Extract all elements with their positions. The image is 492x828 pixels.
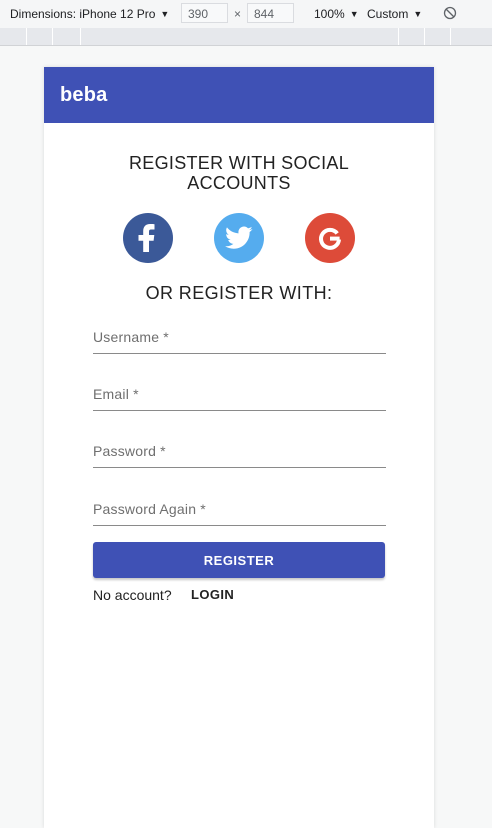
- social-title: REGISTER WITH SOCIAL ACCOUNTS: [128, 153, 350, 193]
- ruler-tick: [52, 28, 53, 45]
- chevron-down-icon: ▼: [349, 9, 359, 19]
- no-account-text: No account?: [93, 587, 172, 603]
- rotate-icon[interactable]: [443, 6, 457, 20]
- device-viewport: beba REGISTER WITH SOCIAL ACCOUNTS OR RE…: [44, 67, 434, 828]
- password-input[interactable]: [93, 437, 386, 465]
- facebook-button[interactable]: [123, 213, 173, 263]
- ruler-tick: [450, 28, 451, 45]
- chevron-down-icon: ▼: [160, 9, 170, 19]
- brand-title[interactable]: beba: [60, 84, 107, 107]
- password-again-field[interactable]: [93, 495, 386, 526]
- twitter-button[interactable]: [214, 213, 264, 263]
- or-register-title: OR REGISTER WITH:: [145, 283, 333, 303]
- media-query-ruler[interactable]: [0, 28, 492, 46]
- ruler-tick: [80, 28, 81, 45]
- google-button[interactable]: [305, 213, 355, 263]
- app-bar: beba: [44, 67, 434, 123]
- width-input[interactable]: 390: [181, 3, 228, 23]
- password-again-input[interactable]: [93, 495, 386, 523]
- times-symbol: ×: [234, 7, 242, 21]
- throttle-label: Custom: [367, 7, 409, 21]
- height-input[interactable]: 844: [247, 3, 294, 23]
- email-input[interactable]: [93, 380, 386, 408]
- login-link[interactable]: LOGIN: [191, 587, 234, 602]
- register-button[interactable]: REGISTER: [93, 542, 385, 578]
- password-field[interactable]: [93, 437, 386, 468]
- device-toolbar: Dimensions: iPhone 12 Pro ▼ 390 × 844 10…: [0, 0, 492, 28]
- zoom-label: 100%: [314, 7, 345, 21]
- email-field[interactable]: [93, 380, 386, 411]
- google-icon: [319, 227, 341, 250]
- ruler-tick: [398, 28, 399, 45]
- username-field[interactable]: [93, 323, 386, 354]
- twitter-icon: [225, 226, 253, 249]
- throttle-dropdown[interactable]: Custom ▼: [367, 7, 422, 21]
- facebook-icon: [138, 224, 155, 252]
- dimensions-dropdown[interactable]: Dimensions: iPhone 12 Pro ▼: [10, 7, 169, 21]
- username-input[interactable]: [93, 323, 386, 351]
- ruler-tick: [26, 28, 27, 45]
- dimensions-label: Dimensions: iPhone 12 Pro: [10, 7, 156, 21]
- chevron-down-icon: ▼: [413, 9, 423, 19]
- ruler-tick: [424, 28, 425, 45]
- zoom-dropdown[interactable]: 100% ▼: [314, 7, 359, 21]
